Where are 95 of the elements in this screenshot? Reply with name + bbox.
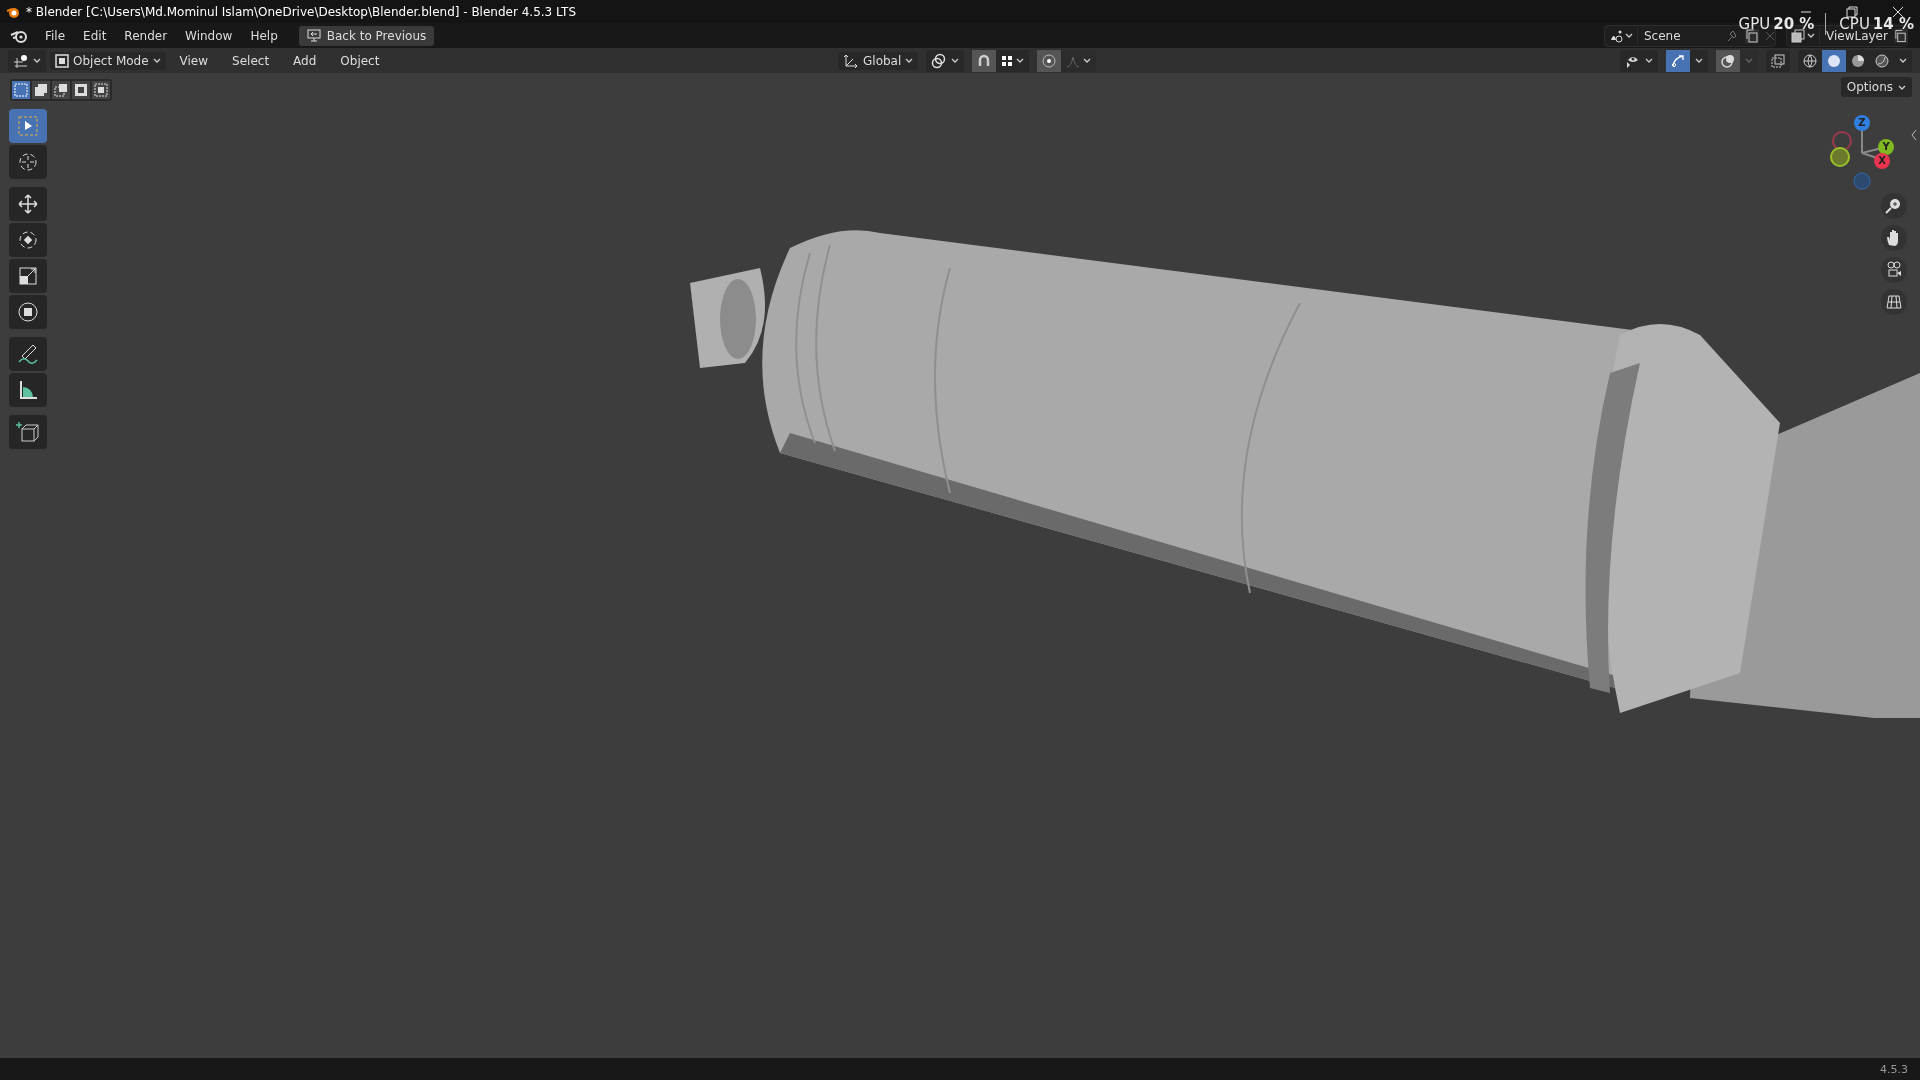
restore-icon[interactable] — [1846, 5, 1858, 18]
menu-item[interactable]: Help — [241, 25, 287, 46]
menu-item[interactable]: Edit — [74, 25, 116, 46]
grid-icon — [1884, 292, 1904, 312]
solid-sphere-icon — [1827, 53, 1841, 68]
caret-icon — [33, 57, 41, 64]
scale-icon — [16, 264, 40, 288]
menu-item[interactable]: Add — [283, 51, 327, 70]
selection-extend-icon — [34, 83, 48, 97]
pin-icon[interactable] — [1725, 28, 1739, 43]
caret-icon — [1625, 32, 1633, 39]
tool-button[interactable] — [9, 295, 47, 329]
gizmo-arrow-icon — [1671, 53, 1685, 68]
duplicate-icon[interactable] — [1745, 28, 1759, 43]
shading-mode-button[interactable] — [1798, 49, 1822, 72]
tool-button[interactable] — [9, 187, 47, 221]
caret-icon — [1645, 57, 1653, 64]
gizmo-toggle[interactable] — [1666, 49, 1690, 72]
selection-invert-icon — [74, 83, 88, 97]
menu-item[interactable]: Select — [222, 51, 280, 70]
add-cube-icon — [16, 420, 40, 444]
snap-toggle[interactable] — [972, 49, 997, 72]
selection-subtract-icon — [54, 83, 68, 97]
axis-ball[interactable]: Y — [1878, 139, 1894, 155]
object-mode-icon — [55, 53, 69, 68]
shading-dropdown[interactable] — [1894, 49, 1912, 72]
transform-icon — [16, 300, 40, 324]
wireframe-sphere-icon — [1803, 53, 1817, 68]
caret-icon — [1083, 57, 1092, 64]
rotate-icon — [16, 228, 40, 252]
proportional-editing-toggle[interactable] — [1037, 49, 1062, 72]
shading-mode-button[interactable] — [1846, 49, 1870, 72]
editor-type-menu[interactable] — [8, 49, 46, 72]
menu-item[interactable]: Window — [176, 25, 242, 46]
selection-mode-button[interactable] — [32, 81, 50, 99]
snap-target-dropdown[interactable] — [996, 49, 1030, 72]
rendered-sphere-icon — [1875, 53, 1889, 68]
axis-ball[interactable]: Z — [1854, 115, 1870, 131]
caret-icon — [1899, 57, 1907, 64]
axes-icon — [13, 53, 29, 68]
navigation-button[interactable] — [1881, 289, 1907, 315]
overlay-circles-icon — [1721, 53, 1735, 68]
navigation-button[interactable] — [1881, 257, 1907, 283]
visibility-dropdown[interactable] — [1620, 49, 1658, 72]
version-label: 4.5.3 — [1880, 1062, 1908, 1076]
caret-icon — [1695, 57, 1703, 64]
options-dropdown[interactable]: Options — [1840, 77, 1912, 97]
tool-button[interactable] — [9, 337, 47, 371]
selection-intersect-icon — [94, 83, 108, 97]
tool-button[interactable] — [9, 373, 47, 407]
menu-item[interactable]: View — [169, 51, 219, 70]
orientation-dropdown[interactable]: Global — [838, 51, 919, 70]
back-to-previous-button[interactable]: Back to Previous — [298, 25, 435, 46]
tool-button[interactable] — [9, 259, 47, 293]
selection-new-icon — [14, 83, 28, 97]
caret-icon — [152, 57, 161, 64]
scene-name: Scene — [1644, 28, 1682, 43]
pivot-dropdown[interactable] — [926, 49, 965, 72]
caret-icon — [1016, 57, 1025, 64]
xray-toggle[interactable] — [1766, 49, 1790, 72]
scene-icon — [1609, 28, 1623, 43]
selection-mode-button[interactable] — [72, 81, 90, 99]
menu-item[interactable]: Render — [115, 25, 177, 46]
material-sphere-icon — [1851, 53, 1865, 68]
caret-icon — [951, 57, 960, 64]
pivot-icon — [931, 52, 948, 69]
tool-button[interactable] — [9, 223, 47, 257]
xray-icon — [1771, 53, 1785, 68]
pencil-icon — [16, 342, 40, 366]
orientation-icon — [843, 52, 859, 69]
cursor-icon — [16, 150, 40, 174]
duplicate-icon[interactable] — [1893, 28, 1907, 43]
tool-button[interactable] — [9, 415, 47, 449]
magnet-icon — [977, 53, 992, 68]
shading-mode-button[interactable] — [1822, 49, 1846, 72]
overlays-toggle[interactable] — [1716, 49, 1740, 72]
caret-icon — [1898, 83, 1906, 91]
camera-icon — [1884, 260, 1904, 280]
axis-ball[interactable]: X — [1874, 153, 1890, 169]
menu-item[interactable]: File — [36, 25, 75, 46]
menu-item[interactable]: Object — [330, 51, 390, 70]
select-box-icon — [16, 114, 40, 138]
navigation-button[interactable] — [1881, 193, 1907, 219]
selection-mode-button[interactable] — [92, 81, 110, 99]
grid-dots-icon — [1001, 54, 1014, 67]
mode-dropdown[interactable]: Object Mode — [50, 51, 166, 70]
caret-icon — [905, 57, 914, 64]
window-title: * Blender [C:\Users\Md.Mominul Islam\OneDrive\Desktop\Blender.blend] - Blender 4.5.3 LTS — [26, 4, 576, 19]
navigation-button[interactable] — [1881, 225, 1907, 251]
proportional-icon — [1042, 53, 1057, 68]
selection-mode-button[interactable] — [52, 81, 70, 99]
layers-icon — [1791, 28, 1805, 43]
move-arrows-icon — [16, 192, 40, 216]
caret-icon — [1807, 32, 1815, 39]
caret-icon — [1745, 57, 1753, 64]
